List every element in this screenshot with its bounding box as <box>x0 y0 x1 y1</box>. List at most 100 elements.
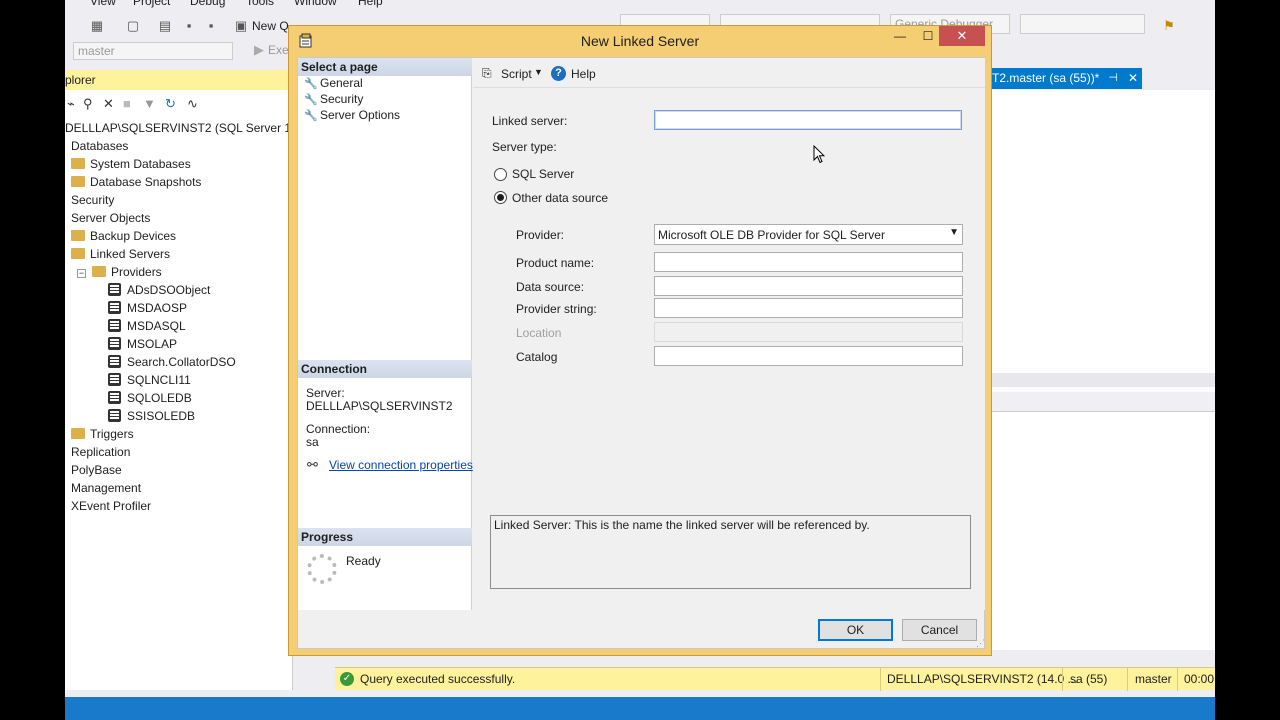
tree-item[interactable]: Replication <box>71 443 130 461</box>
tree-item[interactable]: Search.CollatorDSO <box>108 353 236 371</box>
execute-icon[interactable]: ▶ <box>251 42 267 58</box>
dialog-title-bar[interactable]: New Linked Server — ☐ ✕ <box>289 26 991 56</box>
tree-item-label: MSDASQL <box>127 319 186 333</box>
provider-string-input[interactable] <box>654 298 963 318</box>
status-database: master <box>1135 672 1172 686</box>
sql-server-radio-label[interactable]: SQL Server <box>512 167 574 181</box>
tree-item[interactable]: − Providers <box>77 263 162 281</box>
data-source-label: Data source: <box>516 280 585 294</box>
filter-icon[interactable]: ▼ <box>143 96 156 111</box>
tree-item[interactable]: Security <box>71 191 114 209</box>
tree-item[interactable]: Databases <box>71 137 128 155</box>
script-icon[interactable]: ⎘ <box>482 66 492 81</box>
menu-help[interactable]: Help <box>358 0 383 8</box>
page-server-options[interactable]: 🔧 Server Options <box>304 108 400 124</box>
connection-header: Connection <box>298 360 472 378</box>
execute-button[interactable]: Exe <box>268 43 289 57</box>
provider-icon <box>108 283 121 296</box>
menu-debug[interactable]: Debug <box>190 0 225 8</box>
tree-item[interactable]: ADsDSOObject <box>108 281 210 299</box>
disconnect-icon[interactable]: ✕ <box>103 96 114 112</box>
tree-item[interactable]: System Databases <box>71 155 191 173</box>
feedback-icon[interactable]: ⚑ <box>1161 18 1177 34</box>
ok-button[interactable]: OK <box>818 619 893 641</box>
resize-grip-icon[interactable]: ⋰ <box>976 638 985 649</box>
menu-tools[interactable]: Tools <box>246 0 274 8</box>
tree-item-label: MSOLAP <box>127 337 178 351</box>
new-project-icon[interactable]: ▦ <box>89 18 105 34</box>
help-icon[interactable]: ? <box>551 66 566 81</box>
minimize-button[interactable]: — <box>887 26 913 46</box>
tree-item[interactable]: XEvent Profiler <box>71 497 151 515</box>
other-data-source-radio[interactable] <box>494 191 507 204</box>
provider-select[interactable]: Microsoft OLE DB Provider for SQL Server… <box>654 224 963 245</box>
catalog-input[interactable] <box>654 346 963 366</box>
editor-splitter[interactable] <box>992 373 1215 387</box>
menu-view[interactable]: View <box>90 0 116 8</box>
tree-item-label: ADsDSOObject <box>127 283 211 297</box>
script-button[interactable]: Script <box>501 67 532 81</box>
connection-properties-icon: ⚯ <box>307 457 318 472</box>
page-general[interactable]: 🔧 General <box>304 76 363 92</box>
new-query-icon[interactable]: ▣ <box>233 18 249 34</box>
pin-icon[interactable]: ⊣ <box>1108 71 1118 84</box>
save-icon[interactable]: ▪ <box>181 18 197 34</box>
tree-item[interactable]: Server Objects <box>71 209 150 227</box>
tree-item[interactable]: SSISOLEDB <box>108 407 195 425</box>
results-tabs <box>992 392 1215 412</box>
tree-item[interactable]: Management <box>71 479 141 497</box>
dialog-body: Select a page 🔧 General 🔧 Security 🔧 Server… <box>297 57 985 649</box>
tree-item[interactable]: SQLNCLI11 <box>108 371 191 389</box>
activity-monitor-icon[interactable]: ∿ <box>187 96 198 112</box>
collapse-icon[interactable]: − <box>77 269 86 278</box>
other-data-source-radio-label[interactable]: Other data source <box>512 191 608 205</box>
product-name-input[interactable] <box>654 252 963 272</box>
document-tab-label: T2.master (sa (55))* <box>992 71 1100 85</box>
available-databases-combo[interactable]: master <box>73 42 233 60</box>
dialog-title: New Linked Server <box>580 33 700 49</box>
tree-item[interactable]: Triggers <box>71 425 134 443</box>
view-connection-properties-link[interactable]: View connection properties <box>329 458 473 472</box>
save-all-icon[interactable]: ▪ <box>203 18 219 34</box>
close-button[interactable]: ✕ <box>939 26 985 46</box>
script-dropdown-icon[interactable]: ▼ <box>534 67 543 77</box>
new-query-button[interactable]: New Q <box>252 19 289 33</box>
query-editor[interactable] <box>992 90 1215 650</box>
tree-item[interactable]: SQLOLEDB <box>108 389 192 407</box>
close-tab-icon[interactable]: ✕ <box>1128 71 1138 85</box>
provider-icon <box>108 337 121 350</box>
stop-icon[interactable]: ■ <box>123 96 131 111</box>
query-document-tab[interactable]: T2.master (sa (55))* ⊣ ✕ <box>992 68 1142 89</box>
progress-header: Progress <box>298 528 472 546</box>
cancel-button[interactable]: Cancel <box>902 619 977 641</box>
status-time: 00:00:00 <box>1184 672 1215 686</box>
find-combo[interactable] <box>1020 14 1145 34</box>
refresh-icon[interactable]: ↻ <box>165 96 176 112</box>
open-file-icon[interactable]: ▤ <box>157 18 173 34</box>
page-security[interactable]: 🔧 Security <box>304 92 363 108</box>
connect-plug-icon[interactable]: ⚲ <box>83 96 93 112</box>
menu-project[interactable]: Project <box>133 0 170 8</box>
connect-icon[interactable]: ⌁ <box>67 96 75 112</box>
data-source-input[interactable] <box>654 276 963 296</box>
tree-item[interactable]: MSDAOSP <box>108 299 187 317</box>
menu-window[interactable]: Window <box>294 0 337 8</box>
tree-item-label: Security <box>71 193 115 207</box>
tree-item[interactable]: MSDASQL <box>108 317 186 335</box>
add-item-icon[interactable]: ▢ <box>125 18 141 34</box>
tree-item[interactable]: MSOLAP <box>108 335 177 353</box>
tree-item[interactable]: Database Snapshots <box>71 173 201 191</box>
linked-server-label: Linked server: <box>492 114 568 128</box>
tree-item-label: SSISOLEDB <box>127 409 196 423</box>
taskbar <box>65 697 1215 720</box>
tree-item[interactable]: Backup Devices <box>71 227 176 245</box>
maximize-button[interactable]: ☐ <box>915 26 941 46</box>
help-button[interactable]: Help <box>571 67 596 81</box>
linked-server-input[interactable] <box>654 110 962 130</box>
tree-item[interactable]: PolyBase <box>71 461 122 479</box>
sql-server-radio[interactable] <box>494 168 507 181</box>
tree-item[interactable]: Linked Servers <box>71 245 170 263</box>
provider-icon <box>108 391 121 404</box>
tree-item-label: Database Snapshots <box>90 175 202 189</box>
provider-icon <box>108 409 121 422</box>
